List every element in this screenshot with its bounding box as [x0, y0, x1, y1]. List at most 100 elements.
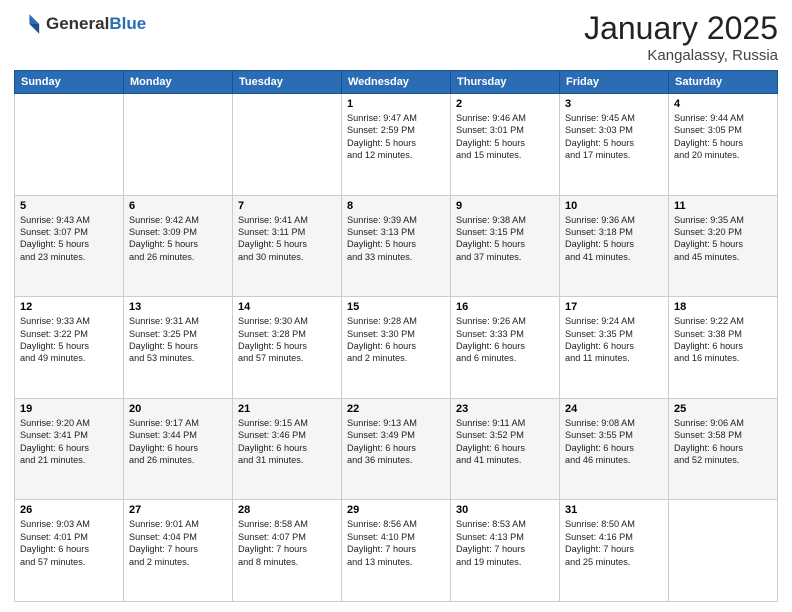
day-number: 16 [456, 301, 554, 313]
day-info: Sunrise: 8:53 AM Sunset: 4:13 PM Dayligh… [456, 518, 554, 568]
calendar-header-row: SundayMondayTuesdayWednesdayThursdayFrid… [15, 71, 778, 94]
day-number: 12 [20, 301, 118, 313]
calendar-cell: 31 Sunrise: 8:50 AM Sunset: 4:16 PM Dayli… [560, 500, 669, 602]
day-number: 3 [565, 98, 663, 110]
day-info: Sunrise: 9:06 AM Sunset: 3:58 PM Dayligh… [674, 417, 772, 467]
day-header-sunday: Sunday [15, 71, 124, 94]
calendar-cell: 1Sunrise: 9:47 AM Sunset: 2:59 PM Daylig… [342, 94, 451, 196]
calendar-cell: 23 Sunrise: 9:11 AM Sunset: 3:52 PM Dayli… [451, 398, 560, 500]
day-info: Sunrise: 9:17 AM Sunset: 3:44 PM Dayligh… [129, 417, 227, 467]
calendar-cell: 2 Sunrise: 9:46 AM Sunset: 3:01 PM Daylig… [451, 94, 560, 196]
calendar-cell: 14 Sunrise: 9:30 AM Sunset: 3:28 PM Dayli… [233, 297, 342, 399]
week-row-4: 19 Sunrise: 9:20 AM Sunset: 3:41 PM Dayli… [15, 398, 778, 500]
day-header-friday: Friday [560, 71, 669, 94]
day-header-saturday: Saturday [669, 71, 778, 94]
calendar-cell: 29 Sunrise: 8:56 AM Sunset: 4:10 PM Dayli… [342, 500, 451, 602]
day-number: 24 [565, 403, 663, 415]
day-info: Sunrise: 9:47 AM Sunset: 2:59 PM Dayligh… [347, 112, 445, 162]
day-number: 14 [238, 301, 336, 313]
calendar-cell: 16 Sunrise: 9:26 AM Sunset: 3:33 PM Dayli… [451, 297, 560, 399]
calendar-cell [669, 500, 778, 602]
day-info: Sunrise: 9:26 AM Sunset: 3:33 PM Dayligh… [456, 315, 554, 365]
day-info: Sunrise: 9:24 AM Sunset: 3:35 PM Dayligh… [565, 315, 663, 365]
day-info: Sunrise: 8:56 AM Sunset: 4:10 PM Dayligh… [347, 518, 445, 568]
calendar-cell: 21 Sunrise: 9:15 AM Sunset: 3:46 PM Dayli… [233, 398, 342, 500]
calendar-cell: 12Sunrise: 9:33 AM Sunset: 3:22 PM Dayli… [15, 297, 124, 399]
day-number: 8 [347, 200, 445, 212]
day-number: 15 [347, 301, 445, 313]
week-row-1: 1Sunrise: 9:47 AM Sunset: 2:59 PM Daylig… [15, 94, 778, 196]
week-row-3: 12Sunrise: 9:33 AM Sunset: 3:22 PM Dayli… [15, 297, 778, 399]
day-number: 19 [20, 403, 118, 415]
day-header-monday: Monday [124, 71, 233, 94]
calendar-cell: 7Sunrise: 9:41 AM Sunset: 3:11 PM Daylig… [233, 195, 342, 297]
location: Kangalassy, Russia [584, 47, 778, 64]
day-info: Sunrise: 9:43 AM Sunset: 3:07 PM Dayligh… [20, 214, 118, 264]
calendar-cell: 24 Sunrise: 9:08 AM Sunset: 3:55 PM Dayli… [560, 398, 669, 500]
calendar-cell: 6Sunrise: 9:42 AM Sunset: 3:09 PM Daylig… [124, 195, 233, 297]
day-info: Sunrise: 9:45 AM Sunset: 3:03 PM Dayligh… [565, 112, 663, 162]
calendar-cell: 4Sunrise: 9:44 AM Sunset: 3:05 PM Daylig… [669, 94, 778, 196]
day-info: Sunrise: 9:42 AM Sunset: 3:09 PM Dayligh… [129, 214, 227, 264]
calendar-cell: 17 Sunrise: 9:24 AM Sunset: 3:35 PM Dayli… [560, 297, 669, 399]
day-info: Sunrise: 9:36 AM Sunset: 3:18 PM Dayligh… [565, 214, 663, 264]
calendar-cell: 3 Sunrise: 9:45 AM Sunset: 3:03 PM Daylig… [560, 94, 669, 196]
day-number: 18 [674, 301, 772, 313]
day-number: 29 [347, 504, 445, 516]
calendar-cell: 26 Sunrise: 9:03 AM Sunset: 4:01 PM Dayli… [15, 500, 124, 602]
calendar: SundayMondayTuesdayWednesdayThursdayFrid… [14, 70, 778, 602]
day-info: Sunrise: 9:15 AM Sunset: 3:46 PM Dayligh… [238, 417, 336, 467]
day-number: 11 [674, 200, 772, 212]
week-row-5: 26 Sunrise: 9:03 AM Sunset: 4:01 PM Dayli… [15, 500, 778, 602]
logo-general: General [46, 14, 109, 34]
day-number: 28 [238, 504, 336, 516]
logo: GeneralBlue [14, 10, 146, 38]
day-number: 31 [565, 504, 663, 516]
day-info: Sunrise: 9:08 AM Sunset: 3:55 PM Dayligh… [565, 417, 663, 467]
day-info: Sunrise: 9:41 AM Sunset: 3:11 PM Dayligh… [238, 214, 336, 264]
day-info: Sunrise: 8:58 AM Sunset: 4:07 PM Dayligh… [238, 518, 336, 568]
calendar-cell: 28 Sunrise: 8:58 AM Sunset: 4:07 PM Dayli… [233, 500, 342, 602]
day-number: 25 [674, 403, 772, 415]
day-info: Sunrise: 8:50 AM Sunset: 4:16 PM Dayligh… [565, 518, 663, 568]
day-number: 9 [456, 200, 554, 212]
calendar-cell: 11 Sunrise: 9:35 AM Sunset: 3:20 PM Dayli… [669, 195, 778, 297]
day-info: Sunrise: 9:13 AM Sunset: 3:49 PM Dayligh… [347, 417, 445, 467]
calendar-cell [124, 94, 233, 196]
day-info: Sunrise: 9:11 AM Sunset: 3:52 PM Dayligh… [456, 417, 554, 467]
day-info: Sunrise: 9:22 AM Sunset: 3:38 PM Dayligh… [674, 315, 772, 365]
day-info: Sunrise: 9:38 AM Sunset: 3:15 PM Dayligh… [456, 214, 554, 264]
calendar-cell: 9 Sunrise: 9:38 AM Sunset: 3:15 PM Daylig… [451, 195, 560, 297]
day-info: Sunrise: 9:20 AM Sunset: 3:41 PM Dayligh… [20, 417, 118, 467]
page: GeneralBlue January 2025 Kangalassy, Rus… [0, 0, 792, 612]
day-number: 2 [456, 98, 554, 110]
day-header-tuesday: Tuesday [233, 71, 342, 94]
day-number: 23 [456, 403, 554, 415]
calendar-cell: 15Sunrise: 9:28 AM Sunset: 3:30 PM Dayli… [342, 297, 451, 399]
day-info: Sunrise: 9:35 AM Sunset: 3:20 PM Dayligh… [674, 214, 772, 264]
day-number: 26 [20, 504, 118, 516]
day-number: 20 [129, 403, 227, 415]
calendar-cell [15, 94, 124, 196]
day-info: Sunrise: 9:03 AM Sunset: 4:01 PM Dayligh… [20, 518, 118, 568]
day-header-wednesday: Wednesday [342, 71, 451, 94]
day-header-thursday: Thursday [451, 71, 560, 94]
calendar-cell: 20 Sunrise: 9:17 AM Sunset: 3:44 PM Dayli… [124, 398, 233, 500]
logo-text: GeneralBlue [46, 14, 146, 34]
day-number: 21 [238, 403, 336, 415]
calendar-cell [233, 94, 342, 196]
calendar-cell: 27Sunrise: 9:01 AM Sunset: 4:04 PM Dayli… [124, 500, 233, 602]
day-info: Sunrise: 9:39 AM Sunset: 3:13 PM Dayligh… [347, 214, 445, 264]
day-info: Sunrise: 9:30 AM Sunset: 3:28 PM Dayligh… [238, 315, 336, 365]
day-number: 22 [347, 403, 445, 415]
day-number: 17 [565, 301, 663, 313]
calendar-cell: 19 Sunrise: 9:20 AM Sunset: 3:41 PM Dayli… [15, 398, 124, 500]
logo-icon [14, 10, 42, 38]
calendar-cell: 25 Sunrise: 9:06 AM Sunset: 3:58 PM Dayli… [669, 398, 778, 500]
day-info: Sunrise: 9:46 AM Sunset: 3:01 PM Dayligh… [456, 112, 554, 162]
title-block: January 2025 Kangalassy, Russia [584, 10, 778, 64]
calendar-cell: 10Sunrise: 9:36 AM Sunset: 3:18 PM Dayli… [560, 195, 669, 297]
calendar-cell: 5Sunrise: 9:43 AM Sunset: 3:07 PM Daylig… [15, 195, 124, 297]
logo-blue: Blue [109, 14, 146, 34]
day-info: Sunrise: 9:31 AM Sunset: 3:25 PM Dayligh… [129, 315, 227, 365]
